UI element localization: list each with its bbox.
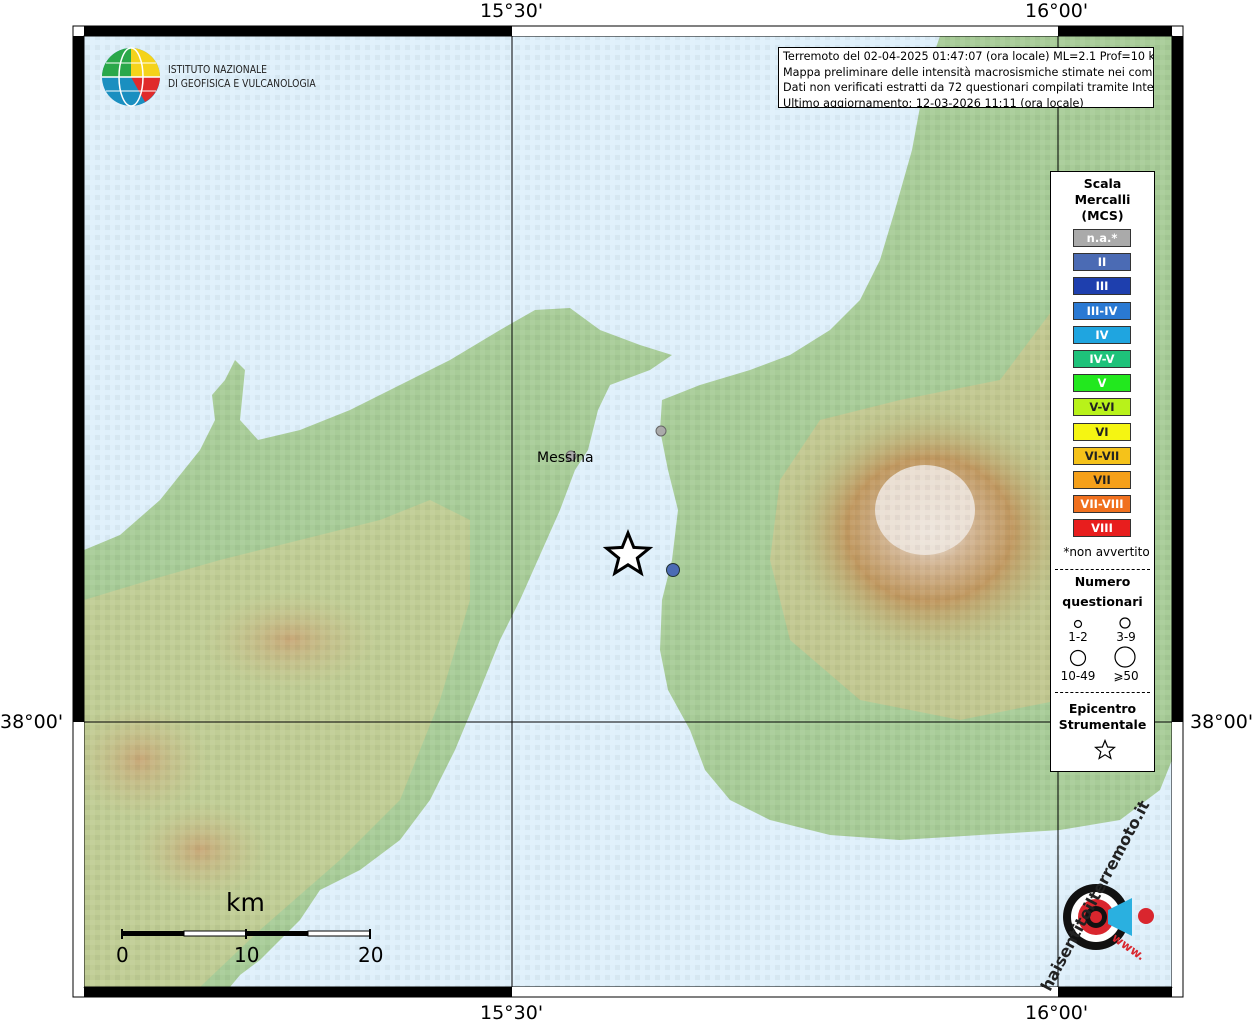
ingv-line-2: DI GEOFISICA E VULCANOLOGIA bbox=[168, 78, 316, 90]
mcs-swatch-viii: VIII bbox=[1073, 519, 1131, 538]
ingv-logo-icon bbox=[102, 47, 160, 107]
scale-tick-10: 10 bbox=[234, 943, 260, 967]
mcs-swatch-vi-vii: VI-VII bbox=[1073, 446, 1131, 465]
info-line-1: Terremoto del 02-04-2025 01:47:07 (ora l… bbox=[783, 50, 1154, 63]
legend-title-2: Mercalli bbox=[1074, 192, 1131, 207]
legend-title-3: (MCS) bbox=[1081, 208, 1124, 223]
mcs-swatch-iii-iv: III-IV bbox=[1073, 301, 1131, 320]
not-felt-note: *non avvertito bbox=[1063, 545, 1150, 559]
info-line-3: Dati non verificati estratti da 72 quest… bbox=[783, 81, 1154, 94]
legend-title-1: Scala bbox=[1083, 176, 1122, 191]
mcs-swatch-vi: VI bbox=[1073, 422, 1131, 441]
event-info-box: Terremoto del 02-04-2025 01:47:07 (ora l… bbox=[778, 47, 1154, 108]
mcs-swatch-iv: IV bbox=[1073, 325, 1131, 344]
count-title-1: Numero bbox=[1074, 574, 1131, 589]
lon-label-bottom-1530: 15°30' bbox=[480, 1002, 544, 1024]
ingv-logo-text: ISTITUTO NAZIONALE DI GEOFISICA E VULCAN… bbox=[168, 63, 316, 91]
mcs-swatch-vii: VII bbox=[1073, 471, 1131, 489]
mcs-swatch-n-a: n.a.* bbox=[1073, 229, 1131, 247]
city-label-messina: Messina bbox=[537, 450, 594, 466]
info-line-2: Mappa preliminare delle intensità macros… bbox=[783, 65, 1154, 79]
epicenter-title-1: Epicentro bbox=[1068, 701, 1137, 716]
scale-tick-0: 0 bbox=[116, 943, 129, 967]
lat-label-right-3800: 38°00' bbox=[1190, 711, 1254, 733]
mcs-swatch-vii-viii: VII-VIII bbox=[1073, 495, 1131, 514]
epicenter-title-2: Strumentale bbox=[1058, 717, 1147, 732]
count-title-2: questionari bbox=[1062, 594, 1143, 609]
info-line-4: Ultimo aggiornamento: 12-03-2026 11:11 (… bbox=[783, 96, 1084, 108]
count-label-3-9: 3-9 bbox=[1116, 630, 1136, 644]
mcs-swatch-ii: II bbox=[1073, 253, 1131, 272]
intensity-point-na[interactable] bbox=[655, 425, 667, 437]
ingv-line-1: ISTITUTO NAZIONALE bbox=[168, 64, 268, 76]
mcs-swatch-v-vi: V-VI bbox=[1073, 398, 1131, 417]
intensity-point-ii[interactable] bbox=[666, 563, 680, 577]
scale-tick-20: 20 bbox=[358, 943, 384, 967]
legend-panel: Scala Mercalli (MCS) n.a.* II III III-IV IV I… bbox=[1050, 171, 1155, 772]
mcs-swatch-v: V bbox=[1073, 374, 1131, 393]
count-label-1-2: 1-2 bbox=[1068, 630, 1088, 644]
count-label-50: ⩾50 bbox=[1113, 669, 1139, 683]
scale-unit-label: km bbox=[226, 888, 265, 917]
lon-label-top-1600: 16°00' bbox=[1025, 0, 1089, 22]
lon-label-bottom-1600: 16°00' bbox=[1025, 1002, 1089, 1024]
mcs-swatch-iii: III bbox=[1073, 277, 1131, 296]
count-label-10-49: 10-49 bbox=[1060, 669, 1096, 683]
legend-star-icon bbox=[1094, 739, 1116, 760]
lat-label-left-3800: 38°00' bbox=[0, 711, 64, 733]
lon-label-top-1530: 15°30' bbox=[480, 0, 544, 22]
mcs-swatch-iv-v: IV-V bbox=[1073, 350, 1131, 368]
